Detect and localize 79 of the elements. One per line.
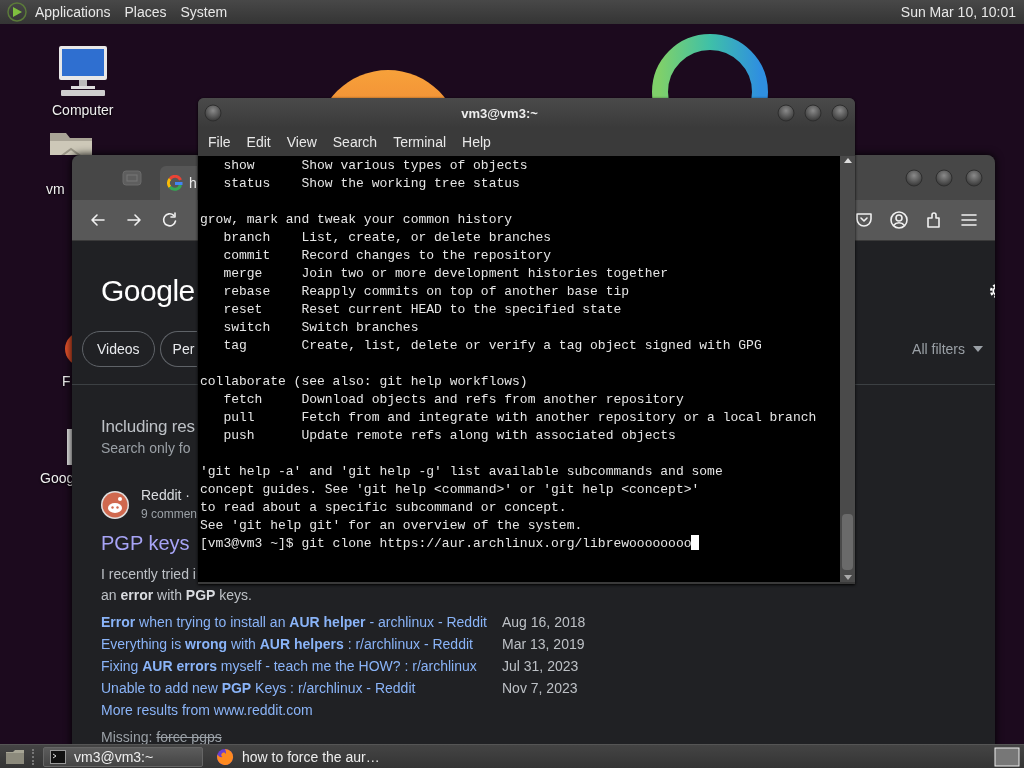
show-desktop-icon[interactable] <box>4 747 26 766</box>
terminal-line: fetch Download objects and refs from another repository <box>222 391 685 409</box>
terminal-line: switch Switch branches <box>222 319 420 337</box>
terminal-line: tag Create, list, delete or verify a tag object signed with GPG <box>222 337 763 355</box>
scroll-down-icon[interactable] <box>842 572 853 582</box>
result-meta: 9 commen <box>141 506 198 523</box>
maximize-button[interactable] <box>804 104 822 122</box>
workspace-switcher[interactable] <box>994 746 1020 767</box>
more-results-link[interactable]: More results from www.reddit.com <box>101 699 502 721</box>
missing-terms: force pgps <box>156 728 222 744</box>
sitelink[interactable]: Everything is wrong with AUR helpers : r/archlinux - Reddit <box>101 633 502 655</box>
scrollbar-thumb[interactable] <box>842 514 853 570</box>
window-menu-button[interactable] <box>204 104 222 122</box>
text-cursor <box>691 535 700 550</box>
notice-link[interactable]: Search only fo <box>101 438 191 458</box>
icon-label: F <box>62 373 71 389</box>
result-source: Reddit · <box>141 486 192 505</box>
sitelink-date: Aug 16, 2018 <box>502 613 587 632</box>
scrollbar[interactable] <box>840 156 855 582</box>
prompt-line: [vm3@vm3 ~]$ git clone https://aur.archlinux.org/librewoooooooo <box>200 536 692 551</box>
terminal-line: reset Reset current HEAD to the specified state <box>222 301 623 319</box>
terminal-line: push Update remote refs along with associated objects <box>222 427 677 445</box>
terminal-line: rebase Reapply commits on top of another base tip <box>222 283 631 301</box>
icon-label: Computer <box>52 102 114 118</box>
panel-menu[interactable]: Places <box>117 4 174 20</box>
icon-label: Goog <box>40 470 75 486</box>
menu-item[interactable]: View <box>278 134 325 150</box>
sitelink-date: Nov 7, 2023 <box>502 679 579 698</box>
clock[interactable]: Sun Mar 10, 10:01 <box>900 4 1016 20</box>
account-icon[interactable] <box>889 210 909 230</box>
terminal-line: to read about a specific subcommand or concept. <box>200 499 568 517</box>
missing-label: Missing: <box>101 728 153 744</box>
minimize-button[interactable] <box>777 104 795 122</box>
terminal-line: concept guides. See 'git help <command>' or 'git help <concept>' <box>200 481 701 499</box>
sitelink[interactable]: Unable to add new PGP Keys : r/archlinux - Reddit <box>101 677 502 699</box>
window-title: vm3@vm3:~ <box>460 105 539 121</box>
panel-menu[interactable]: Applications <box>28 4 118 20</box>
terminal-line: collaborate (see also: git help workflows) <box>200 373 529 391</box>
menu-item[interactable]: Help <box>454 134 499 150</box>
maximize-button[interactable] <box>935 168 953 187</box>
terminal-line: show Show various types of objects <box>222 157 529 175</box>
taskbar-task[interactable]: vm3@vm3:~ <box>43 746 203 767</box>
all-filters-button[interactable]: All filters <box>912 341 983 357</box>
result-snippet: I recently tried i <box>101 565 196 584</box>
avatar-icon <box>101 491 129 519</box>
minimize-button[interactable] <box>905 168 923 187</box>
terminal-line: pull Fetch from and integrate with another repository or a local branch <box>222 409 818 427</box>
terminal-line: 'git help -a' and 'git help -g' list available subcommands and some <box>200 463 724 481</box>
notice-title: Including res <box>101 416 195 438</box>
terminal-line: merge Join two or more development histories together <box>222 265 670 283</box>
google-logo[interactable]: Google <box>101 274 195 308</box>
terminal-icon <box>50 749 66 764</box>
app-menu-icon[interactable] <box>6 1 28 23</box>
panel-menu[interactable]: System <box>173 4 235 20</box>
close-button[interactable] <box>831 104 849 122</box>
taskbar-task[interactable]: how to force the aur… <box>209 746 387 767</box>
sitelink-date: Jul 31, 2023 <box>502 657 580 676</box>
close-button[interactable] <box>965 168 983 187</box>
browser-tab[interactable]: h <box>160 166 197 200</box>
sitelink[interactable]: Fixing AUR errors myself - teach me the HOW? : r/archlinux <box>101 655 502 677</box>
browser-icon <box>216 747 234 766</box>
icon-label: vm <box>46 181 65 197</box>
menu-item[interactable]: Search <box>324 134 386 150</box>
terminal-line: commit Record changes to the repository <box>222 247 553 265</box>
sitelink-date: Mar 13, 2019 <box>502 635 586 654</box>
scroll-up-icon[interactable] <box>842 156 853 166</box>
terminal-line: See 'git help git' for an overview of the system. <box>200 517 584 535</box>
terminal-line: grow, mark and tweak your common history <box>200 211 514 229</box>
terminal-line: status Show the working tree status <box>222 175 521 193</box>
menu-item[interactable]: Edit <box>238 134 279 150</box>
result-snippet: an error with PGP keys. <box>101 586 252 605</box>
menu-item[interactable]: File <box>200 134 239 150</box>
menu-item[interactable]: Terminal <box>385 134 455 150</box>
terminal-line: branch List, create, or delete branches <box>222 229 553 247</box>
caret-icon <box>973 346 983 352</box>
result-title-link[interactable]: PGP keys <box>101 530 190 556</box>
pocket-icon[interactable] <box>854 210 874 230</box>
google-favicon-icon <box>167 175 183 191</box>
sitelink[interactable]: Error when trying to install an AUR helper - archlinux - Reddit <box>101 611 502 633</box>
